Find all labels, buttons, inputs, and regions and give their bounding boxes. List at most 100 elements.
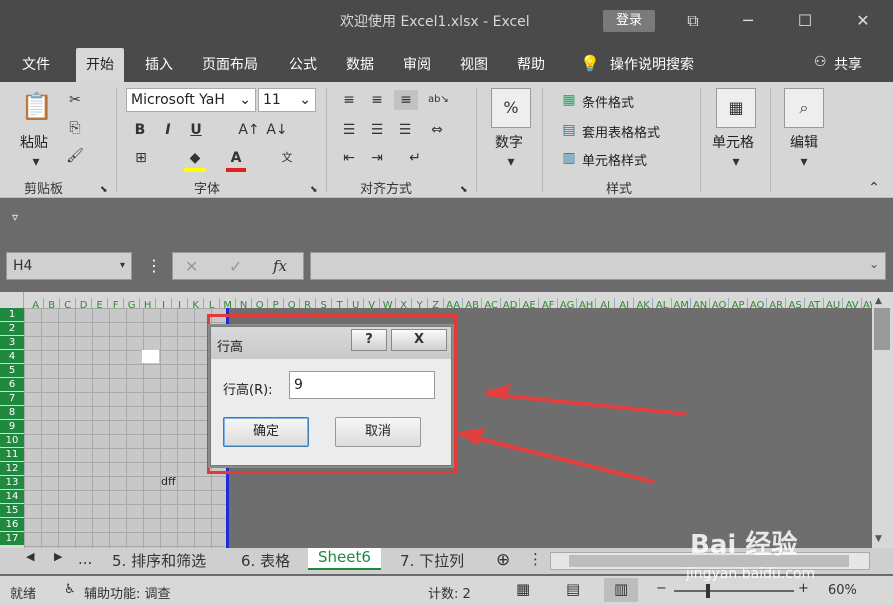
column-header[interactable]: U <box>348 298 365 308</box>
scroll-down-icon[interactable]: ▼ <box>875 534 882 544</box>
column-header[interactable]: AU <box>824 298 844 308</box>
editing-dropdown-icon[interactable]: ▾ <box>798 152 810 172</box>
column-header[interactable]: A <box>28 298 45 308</box>
row-header[interactable]: 11 <box>0 448 24 462</box>
column-header[interactable]: AQ <box>748 298 768 308</box>
column-header[interactable]: S <box>316 298 333 308</box>
zoom-in-icon[interactable]: + <box>798 581 809 596</box>
column-header[interactable]: D <box>76 298 93 308</box>
row-height-input[interactable]: 9 <box>289 371 435 399</box>
column-header[interactable]: O <box>252 298 269 308</box>
column-header[interactable]: AA <box>444 298 464 308</box>
row-header[interactable]: 5 <box>0 364 24 378</box>
scroll-up-icon[interactable]: ▲ <box>875 296 882 306</box>
row-header[interactable]: 8 <box>0 406 24 420</box>
alignment-launcher-icon[interactable]: ⬊ <box>460 180 468 200</box>
help-button[interactable]: ? <box>351 329 387 351</box>
decrease-font-icon[interactable]: A↓ <box>266 120 288 140</box>
merge-center-icon[interactable]: ⇔ <box>426 120 448 140</box>
column-header[interactable]: AD <box>501 298 521 308</box>
fill-color-icon[interactable]: ◆ <box>184 148 206 172</box>
table-format-button[interactable]: 套用表格格式 <box>582 122 660 141</box>
accessibility-status[interactable]: 辅助功能: 调查 <box>84 583 171 602</box>
font-color-icon[interactable]: A <box>226 148 246 172</box>
column-header[interactable]: AP <box>729 298 749 308</box>
column-header[interactable]: AG <box>558 298 578 308</box>
row-header[interactable]: 2 <box>0 322 24 336</box>
column-header[interactable]: I <box>156 298 173 308</box>
copy-icon[interactable]: ⎘ <box>64 118 86 138</box>
cell-styles-icon[interactable]: ▥ <box>560 148 578 168</box>
row-header[interactable]: 15 <box>0 504 24 518</box>
select-all-corner[interactable] <box>0 292 24 308</box>
column-header[interactable]: X <box>396 298 413 308</box>
editing-button[interactable]: 编辑 <box>790 132 818 152</box>
column-header[interactable]: AR <box>767 298 787 308</box>
prev-sheet-icon[interactable]: ◀ <box>26 550 34 563</box>
column-header[interactable]: N <box>236 298 253 308</box>
column-header[interactable]: AH <box>577 298 597 308</box>
selected-cell-h4[interactable] <box>142 350 159 363</box>
zoom-slider[interactable] <box>674 590 794 592</box>
tell-me-search[interactable]: 操作说明搜索 <box>610 54 694 74</box>
align-left-icon[interactable]: ☰ <box>340 120 358 140</box>
increase-font-icon[interactable]: A↑ <box>238 120 260 140</box>
paste-button[interactable]: 粘贴 <box>20 132 48 152</box>
dialog-titlebar[interactable]: 行高 ? X <box>211 327 451 359</box>
format-painter-icon[interactable]: 🖌 <box>64 146 86 166</box>
zoom-level[interactable]: 60% <box>828 583 857 598</box>
column-header[interactable]: Z <box>428 298 445 308</box>
row-header[interactable]: 9 <box>0 420 24 434</box>
cell-styles-button[interactable]: 单元格样式 <box>582 150 647 169</box>
column-header[interactable]: V <box>364 298 381 308</box>
cut-icon[interactable]: ✂ <box>64 90 86 110</box>
row-header[interactable]: 17 <box>0 532 24 546</box>
lightbulb-icon[interactable]: 💡 <box>580 54 600 73</box>
sheet-tab-sort-filter[interactable]: 5. 排序和筛选 <box>112 550 206 571</box>
table-format-icon[interactable]: ▤ <box>560 120 578 140</box>
sheet-tab-dropdown[interactable]: 7. 下拉列 <box>400 550 464 571</box>
tab-help[interactable]: 帮助 <box>517 54 545 74</box>
login-button[interactable]: 登录 <box>603 10 655 32</box>
next-sheet-icon[interactable]: ▶ <box>54 550 62 563</box>
increase-indent-icon[interactable]: ⇥ <box>368 148 386 168</box>
customize-quick-access-icon[interactable]: ▿ <box>12 210 18 224</box>
tab-formulas[interactable]: 公式 <box>289 54 317 74</box>
column-header[interactable]: AM <box>672 298 692 308</box>
maximize-icon[interactable]: ☐ <box>790 8 820 34</box>
column-header[interactable]: P <box>268 298 285 308</box>
column-header[interactable]: AF <box>539 298 559 308</box>
close-dialog-button[interactable]: X <box>391 329 447 351</box>
wrap-text-icon[interactable]: ↵ <box>404 148 426 168</box>
column-header[interactable]: AL <box>653 298 673 308</box>
orientation-icon[interactable]: ab↘ <box>428 90 449 110</box>
column-header[interactable]: AW <box>862 298 872 308</box>
border-icon[interactable]: ⊞ <box>130 148 152 168</box>
column-header[interactable]: G <box>124 298 141 308</box>
tab-page-layout[interactable]: 页面布局 <box>202 54 258 74</box>
align-middle-icon[interactable]: ≡ <box>368 90 386 110</box>
cells-button[interactable]: 单元格 <box>712 132 754 152</box>
font-size-dropdown[interactable]: 11 ⌄ <box>258 88 316 112</box>
column-header[interactable]: AN <box>691 298 711 308</box>
paste-dropdown-icon[interactable]: ▾ <box>30 152 42 172</box>
normal-view-icon[interactable]: ▦ <box>516 580 530 598</box>
column-header[interactable]: AT <box>805 298 825 308</box>
align-center-icon[interactable]: ☰ <box>368 120 386 140</box>
tab-data[interactable]: 数据 <box>346 54 374 74</box>
row-header[interactable]: 12 <box>0 462 24 476</box>
font-launcher-icon[interactable]: ⬊ <box>310 180 318 200</box>
sheet-tab-sheet6[interactable]: Sheet6 <box>308 548 381 570</box>
collapse-ribbon-icon[interactable]: ⌃ <box>866 178 882 198</box>
conditional-format-button[interactable]: 条件格式 <box>582 92 634 111</box>
cancel-button[interactable]: 取消 <box>335 417 421 447</box>
ribbon-display-icon[interactable]: ⧉ <box>678 8 708 34</box>
column-header[interactable]: AJ <box>615 298 635 308</box>
align-bottom-icon[interactable]: ≡ <box>394 90 418 110</box>
italic-button[interactable]: I <box>158 120 178 140</box>
tab-file[interactable]: 文件 <box>22 54 50 74</box>
zoom-out-icon[interactable]: − <box>656 581 667 596</box>
column-header[interactable]: R <box>300 298 317 308</box>
confirm-edit-icon[interactable]: ✓ <box>229 257 242 276</box>
vertical-scrollbar[interactable]: ▲ ▼ <box>872 292 893 548</box>
